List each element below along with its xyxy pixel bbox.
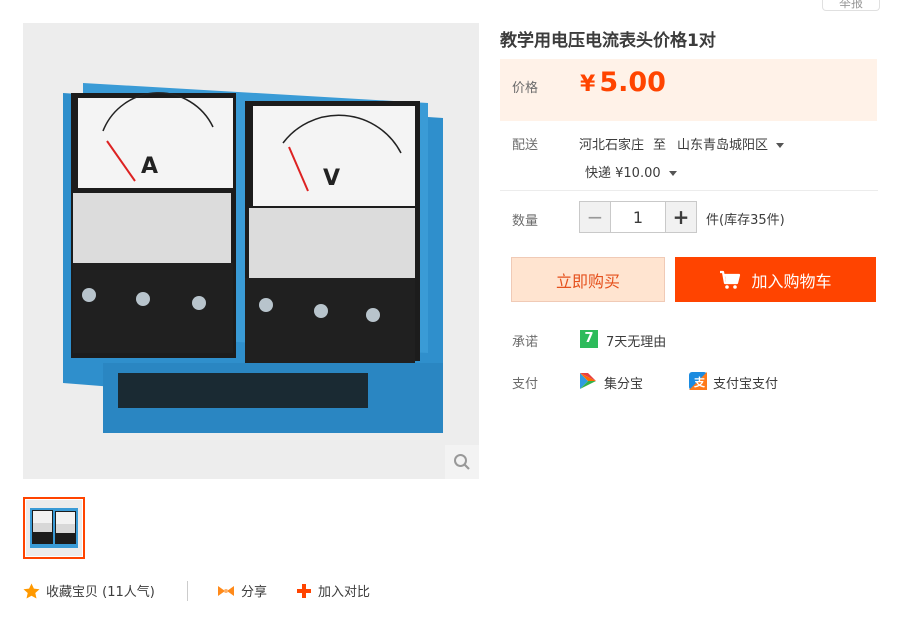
- meter-v-letter: V: [323, 166, 340, 191]
- stock-text: 件(库存35件): [706, 213, 785, 228]
- chevron-down-icon: [668, 171, 677, 176]
- shipping-method-select[interactable]: 快递 ¥10.00: [585, 162, 677, 181]
- quantity-stepper: − +: [579, 201, 697, 233]
- cart-icon: [720, 270, 741, 289]
- shipping-destination-select[interactable]: 山东青岛城阳区: [677, 134, 785, 153]
- product-title: 教学用电压电流表头价格1对: [500, 31, 716, 51]
- price-label: 价格: [512, 81, 539, 96]
- alipay-icon: 支: [689, 372, 707, 390]
- price-panel: 价格 ¥5.00: [500, 59, 877, 121]
- meters-photo: A V: [23, 23, 479, 479]
- buy-now-button[interactable]: 立即购买: [511, 257, 665, 302]
- price-value: ¥5.00: [580, 67, 666, 98]
- add-compare-button[interactable]: 加入对比: [296, 581, 370, 600]
- quantity-decrease-button[interactable]: −: [580, 202, 610, 232]
- destination-text: 山东青岛城阳区: [677, 138, 769, 153]
- star-icon: [23, 583, 40, 598]
- quantity-increase-button[interactable]: +: [666, 202, 696, 232]
- payment-method-jifenbao: 集分宝: [604, 377, 644, 392]
- currency-symbol: ¥: [580, 72, 596, 97]
- plus-icon: [297, 583, 311, 598]
- magnifier-icon: [454, 454, 470, 470]
- chevron-down-icon: [776, 143, 785, 148]
- quantity-input[interactable]: [610, 202, 666, 232]
- add-to-cart-button[interactable]: 加入购物车: [675, 257, 876, 302]
- shipping-method-text: 快递 ¥10.00: [585, 166, 661, 181]
- seven-day-badge-icon: 7: [580, 330, 598, 348]
- favorite-button[interactable]: 收藏宝贝 (11人气): [23, 581, 155, 600]
- bottom-action-bar: 收藏宝贝 (11人气) 分享 加入对比: [23, 581, 423, 601]
- separator: [187, 581, 188, 601]
- add-to-cart-label: 加入购物车: [751, 271, 832, 291]
- payment-label: 支付: [512, 377, 539, 392]
- shipping-to-word: 至: [653, 138, 667, 153]
- favorite-label: 收藏宝贝 (11人气): [46, 585, 155, 600]
- product-main-image: A V: [23, 23, 479, 479]
- thumbnail-image: [26, 500, 82, 556]
- promise-label: 承诺: [512, 335, 539, 350]
- payment-method-alipay: 支付宝支付: [713, 377, 779, 392]
- share-button[interactable]: 分享: [217, 581, 267, 600]
- jifenbao-icon: [580, 373, 596, 389]
- divider: [500, 190, 878, 191]
- zoom-button[interactable]: [445, 445, 479, 479]
- svg-text:支: 支: [693, 375, 706, 389]
- report-link[interactable]: 举报: [822, 0, 880, 11]
- meter-a-letter: A: [141, 154, 158, 179]
- add-compare-label: 加入对比: [318, 585, 371, 600]
- product-thumbnail[interactable]: [23, 497, 85, 559]
- quantity-label: 数量: [512, 214, 539, 229]
- shipping-from: 河北石家庄: [579, 138, 645, 153]
- shipping-label: 配送: [512, 138, 539, 153]
- price-amount: 5.00: [599, 67, 666, 98]
- share-label: 分享: [241, 585, 268, 600]
- share-icon: [218, 585, 234, 596]
- promise-text[interactable]: 7天无理由: [606, 331, 666, 350]
